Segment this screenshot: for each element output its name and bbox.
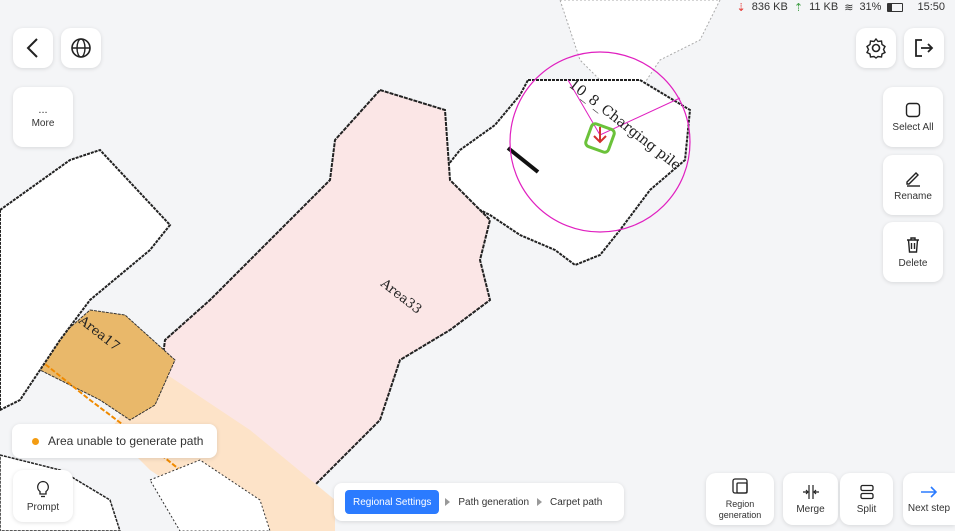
- settings-button[interactable]: [856, 28, 896, 68]
- battery-level: 31%: [859, 1, 882, 13]
- next-step-label: Next step: [907, 502, 951, 514]
- map-language-button[interactable]: [61, 28, 101, 68]
- pencil-icon: [906, 171, 920, 187]
- wifi-icon: ≋: [844, 1, 854, 14]
- lightbulb-icon: [37, 480, 49, 497]
- upload-rate: 11 KB: [809, 1, 839, 13]
- delete-label: Delete: [898, 257, 928, 269]
- select-all-button[interactable]: Select All: [883, 87, 943, 147]
- exit-icon: [915, 39, 934, 57]
- split-icon: [859, 484, 874, 499]
- merge-button[interactable]: Merge: [783, 473, 838, 525]
- next-step-button[interactable]: Next step: [903, 473, 955, 525]
- trash-icon: [907, 236, 919, 253]
- region-icon: [732, 478, 748, 494]
- split-button[interactable]: Split: [840, 473, 893, 525]
- battery-icon: [887, 2, 904, 12]
- back-button[interactable]: [13, 28, 53, 68]
- prompt-button[interactable]: Prompt: [13, 470, 73, 522]
- rename-label: Rename: [894, 190, 932, 202]
- status-bar: ⇣ 836 KB ⇡ 11 KB ≋ 31% 15:50: [737, 0, 945, 14]
- workflow-steps: Regional Settings Path generation Carpet…: [334, 483, 624, 521]
- download-rate: 836 KB: [751, 1, 788, 13]
- path-warning-toast: Area unable to generate path: [12, 424, 217, 458]
- select-all-label: Select All: [892, 121, 934, 133]
- checkbox-icon: [905, 102, 921, 117]
- rename-button[interactable]: Rename: [883, 155, 943, 215]
- split-label: Split: [856, 503, 877, 515]
- map-free-space-top: [559, 0, 721, 91]
- merge-label: Merge: [796, 503, 825, 515]
- merge-icon: [802, 484, 819, 499]
- arrow-right-icon: [921, 485, 938, 498]
- more-label: More: [31, 117, 55, 129]
- exit-button[interactable]: [904, 28, 944, 68]
- step-carpet-path[interactable]: Carpet path: [542, 490, 610, 514]
- warning-dot: [32, 437, 39, 445]
- region-generation-label: Region generation: [718, 499, 762, 520]
- more-icon: ...: [38, 103, 48, 116]
- delete-button[interactable]: Delete: [883, 222, 943, 282]
- prompt-label: Prompt: [26, 501, 60, 513]
- step-regional-settings[interactable]: Regional Settings: [345, 490, 440, 514]
- path-warning-text: Area unable to generate path: [48, 434, 204, 448]
- step-path-generation[interactable]: Path generation: [450, 490, 537, 514]
- globe-icon: [71, 38, 91, 58]
- gear-icon: [866, 37, 886, 59]
- download-icon: ⇣: [736, 1, 746, 14]
- chevron-left-icon: [26, 38, 38, 58]
- region-generation-button[interactable]: Region generation: [706, 473, 774, 525]
- more-button[interactable]: ... More: [13, 87, 73, 147]
- upload-icon: ⇡: [793, 1, 804, 14]
- clock: 15:50: [917, 1, 945, 13]
